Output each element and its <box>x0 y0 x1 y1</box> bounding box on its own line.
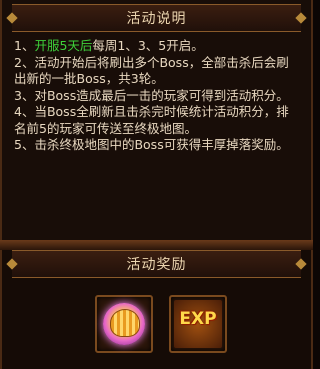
exp-label: EXP <box>179 309 217 329</box>
reward-title: 活动奖励 <box>126 257 187 273</box>
rule-line-3: 3、对Boss造成最后一击的玩家可得到活动积分。 <box>14 87 289 103</box>
description-header: 活动说明 <box>6 4 307 32</box>
header-ornament-left <box>6 258 18 270</box>
rule-line-2: 2、活动开始后将刷出多个Boss，全部击杀后会刷出新的一批Boss，共3轮。 <box>14 54 289 87</box>
rule-line-1: 1、开服5天后每周1、3、5开启。 <box>14 38 204 53</box>
panel-divider <box>0 240 313 250</box>
rule-line-5: 5、击杀终极地图中的Boss可获得丰厚掉落奖励。 <box>14 137 289 152</box>
open-condition-highlight: 开服5天后 <box>34 38 93 53</box>
reward-header: 活动奖励 <box>6 250 307 278</box>
header-ornament-right <box>295 258 307 270</box>
description-content: 1、开服5天后每周1、3、5开启。 2、活动开始后将刷出多个Boss，全部击杀后… <box>14 38 301 154</box>
shell-icon <box>110 309 140 337</box>
activity-reward-panel: 活动奖励 EXP <box>0 250 313 369</box>
header-ornament-right <box>295 12 307 24</box>
reward-slot-exp[interactable]: EXP <box>169 295 227 353</box>
reward-slot-shell[interactable] <box>95 295 153 353</box>
rule-line-4: 4、当Boss全刷新且击杀完时候统计活动积分，排名前5的玩家可传送至终极地图。 <box>14 104 289 136</box>
description-title: 活动说明 <box>126 11 187 27</box>
activity-description-panel: 活动说明 1、开服5天后每周1、3、5开启。 2、活动开始后将刷出多个Boss，… <box>0 0 313 240</box>
header-ornament-left <box>6 12 18 24</box>
